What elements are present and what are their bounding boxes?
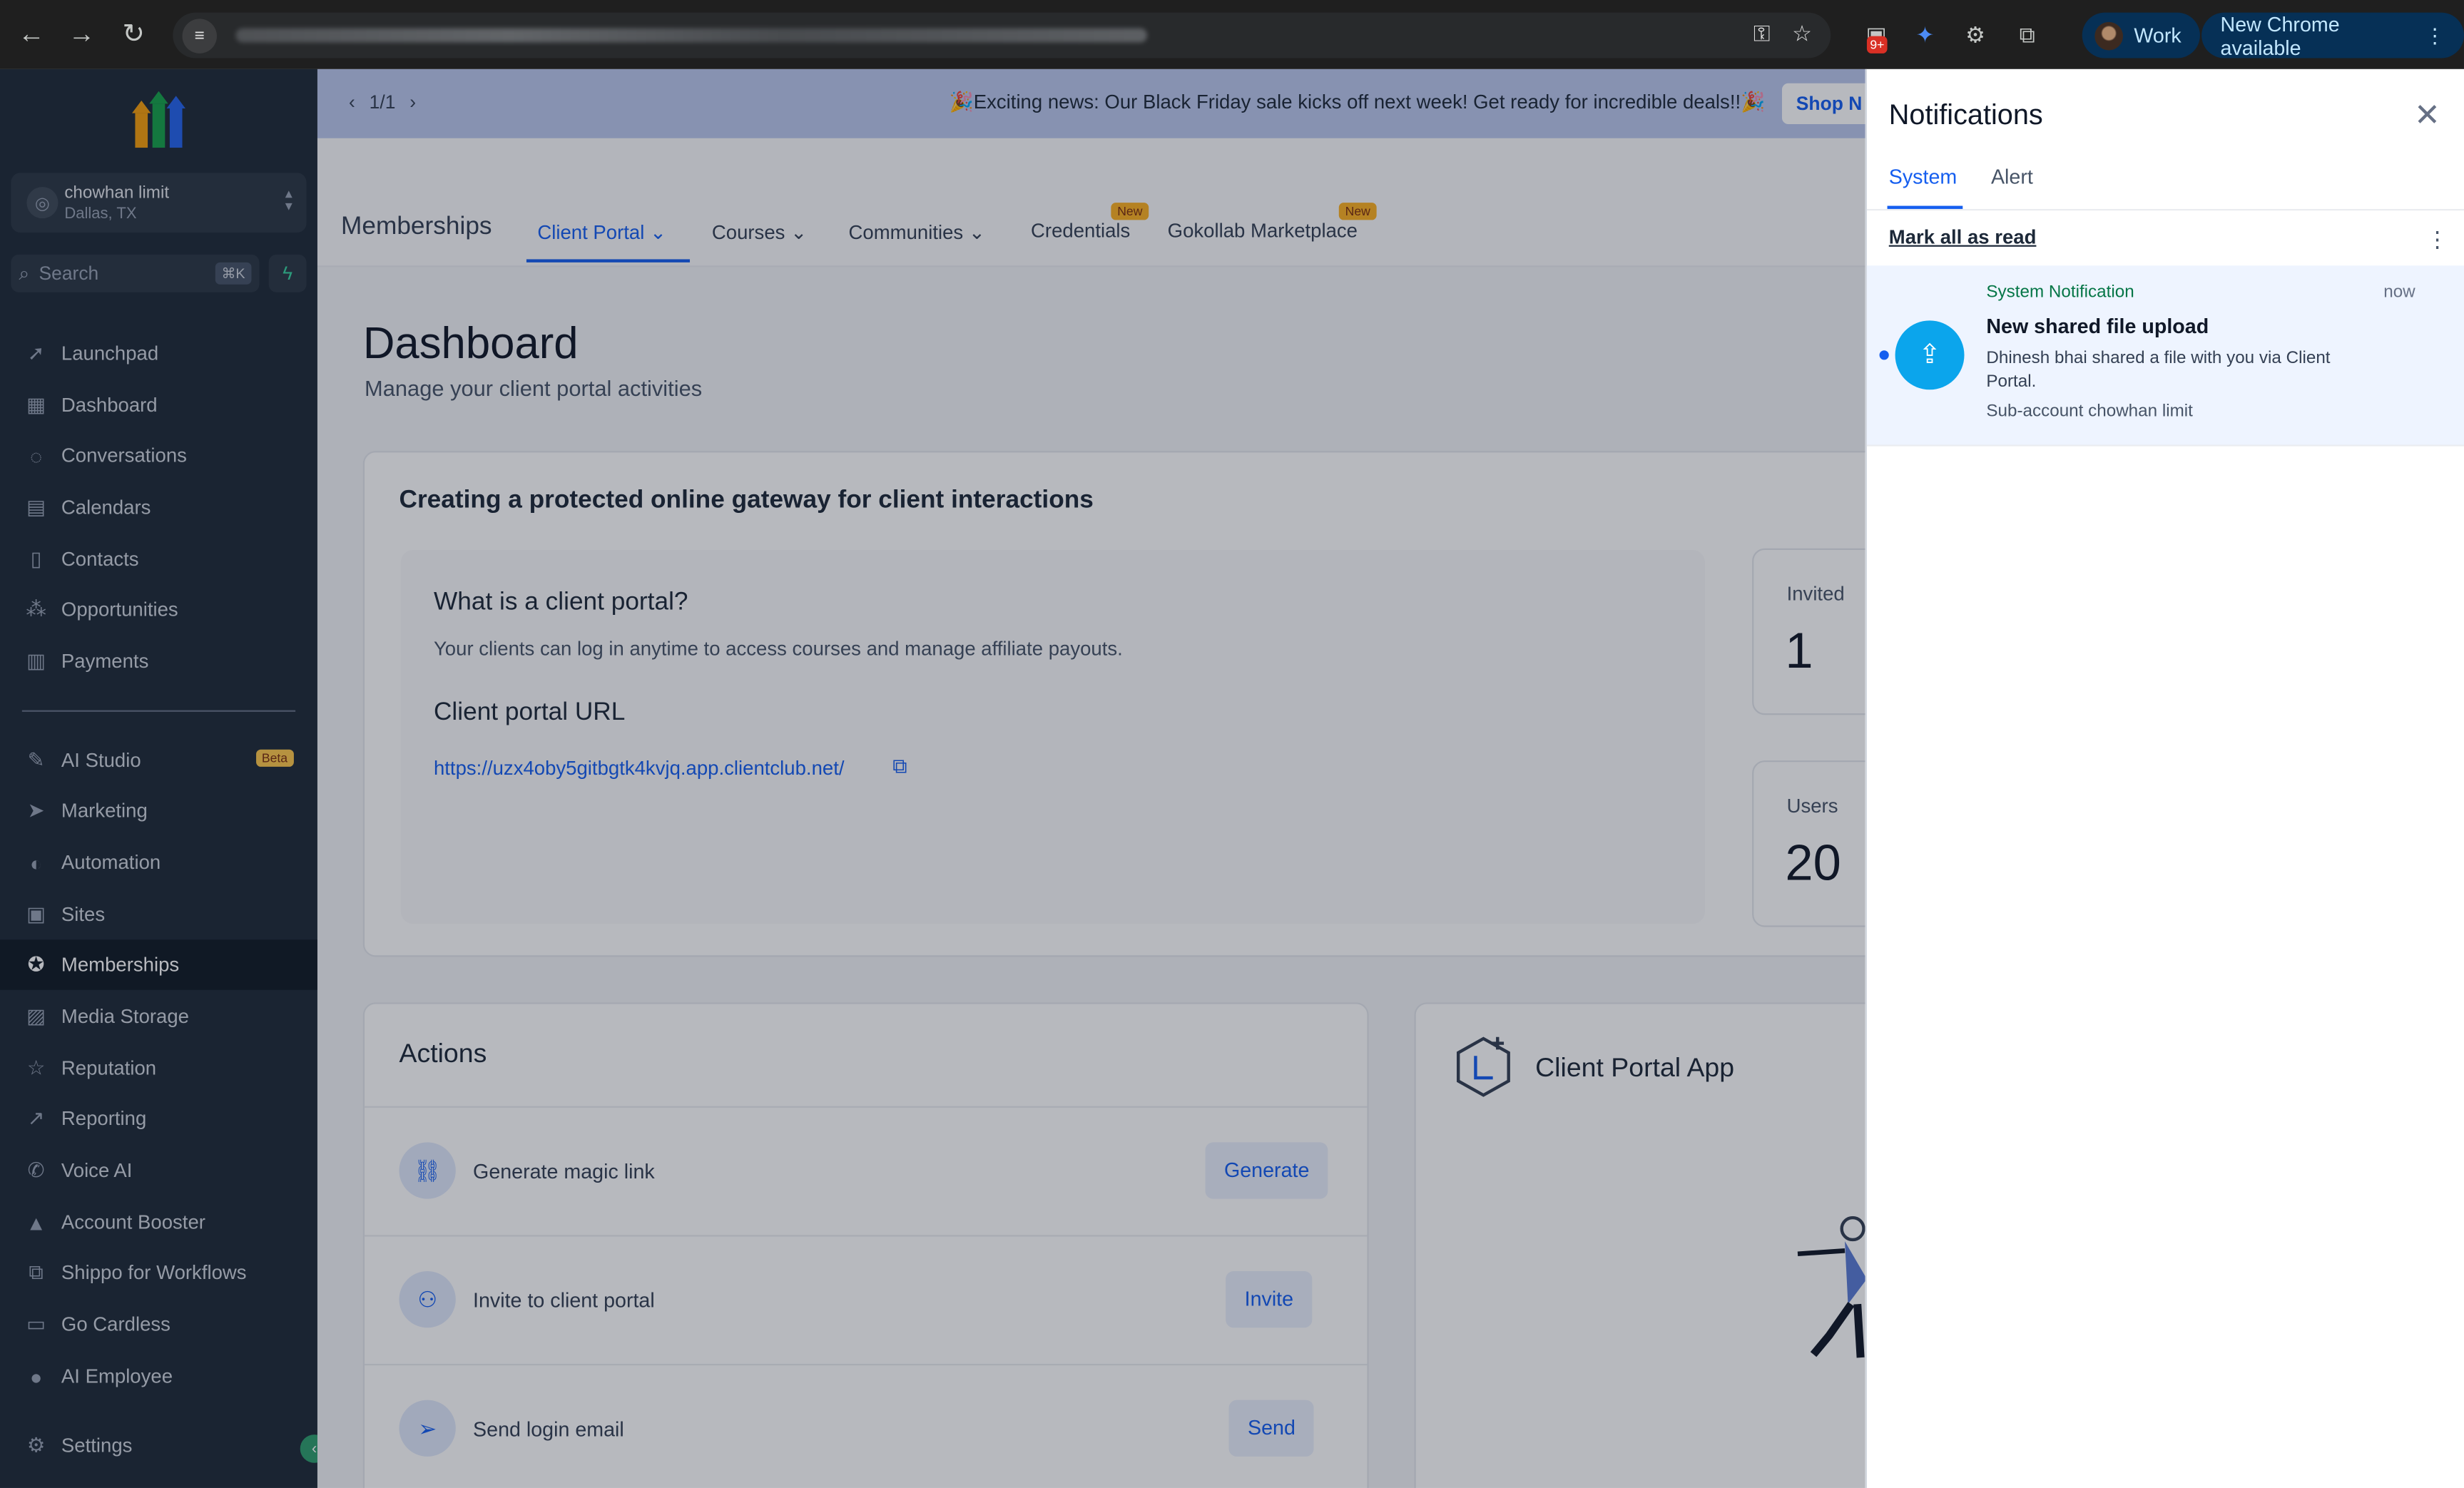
key-icon[interactable]: ⚿	[1753, 21, 1770, 47]
close-icon[interactable]: ✕	[2414, 96, 2440, 135]
notifications-panel: Notifications ✕ System Alert Mark all as…	[1865, 68, 2464, 1488]
tab-alert[interactable]: Alert	[1991, 165, 2033, 188]
forward-icon[interactable]: →	[56, 9, 106, 59]
update-label: New Chrome available	[2220, 11, 2340, 59]
site-info-icon[interactable]: ≡	[182, 18, 217, 53]
tabs-divider	[1866, 208, 2464, 211]
extensions-icon[interactable]: ⧉	[2010, 17, 2044, 51]
url-text-blurred	[235, 28, 1148, 43]
extension-puzzle-blue-icon[interactable]: ✦	[1908, 17, 1942, 51]
profile-label: Work	[2134, 24, 2182, 48]
more-options-icon[interactable]: ⋮	[2426, 226, 2448, 253]
extension-gear-icon[interactable]: ⚙	[1958, 17, 1992, 51]
browser-toolbar: ← → ↻ ≡ ⚿ ☆ ▣ 9+ ✦ ⚙ ⧉ Work New Chrome a…	[0, 0, 2464, 69]
address-bar[interactable]: ≡ ⚿ ☆	[173, 12, 1831, 58]
notification-subaccount: Sub-account chowhan limit	[1986, 402, 2193, 422]
avatar	[2094, 21, 2123, 50]
notifications-title: Notifications	[1888, 98, 2043, 131]
notification-time: now	[2383, 282, 2415, 302]
unread-dot	[1879, 350, 1889, 360]
profile-button[interactable]: Work	[2082, 12, 2201, 58]
notification-body: Dhinesh bhai shared a file with you via …	[1986, 348, 2331, 392]
kebab-menu-icon: ⋮	[2424, 22, 2445, 46]
back-icon[interactable]: ←	[6, 9, 56, 59]
tab-system[interactable]: System	[1889, 165, 1957, 188]
mark-all-read-link[interactable]: Mark all as read	[1889, 226, 2037, 248]
bookmark-star-icon[interactable]: ☆	[1792, 21, 1812, 47]
reload-icon[interactable]: ↻	[108, 9, 158, 59]
extension-badge: 9+	[1866, 36, 1888, 53]
chrome-update-button[interactable]: New Chrome available ⋮	[2201, 11, 2464, 59]
file-share-icon: ⇪	[1895, 320, 1965, 390]
notification-title: New shared file upload	[1986, 314, 2209, 338]
notification-item[interactable]: ⇪ System Notification now New shared fil…	[1866, 265, 2464, 447]
notification-kind: System Notification	[1986, 282, 2134, 302]
modal-overlay[interactable]	[0, 68, 1865, 1488]
